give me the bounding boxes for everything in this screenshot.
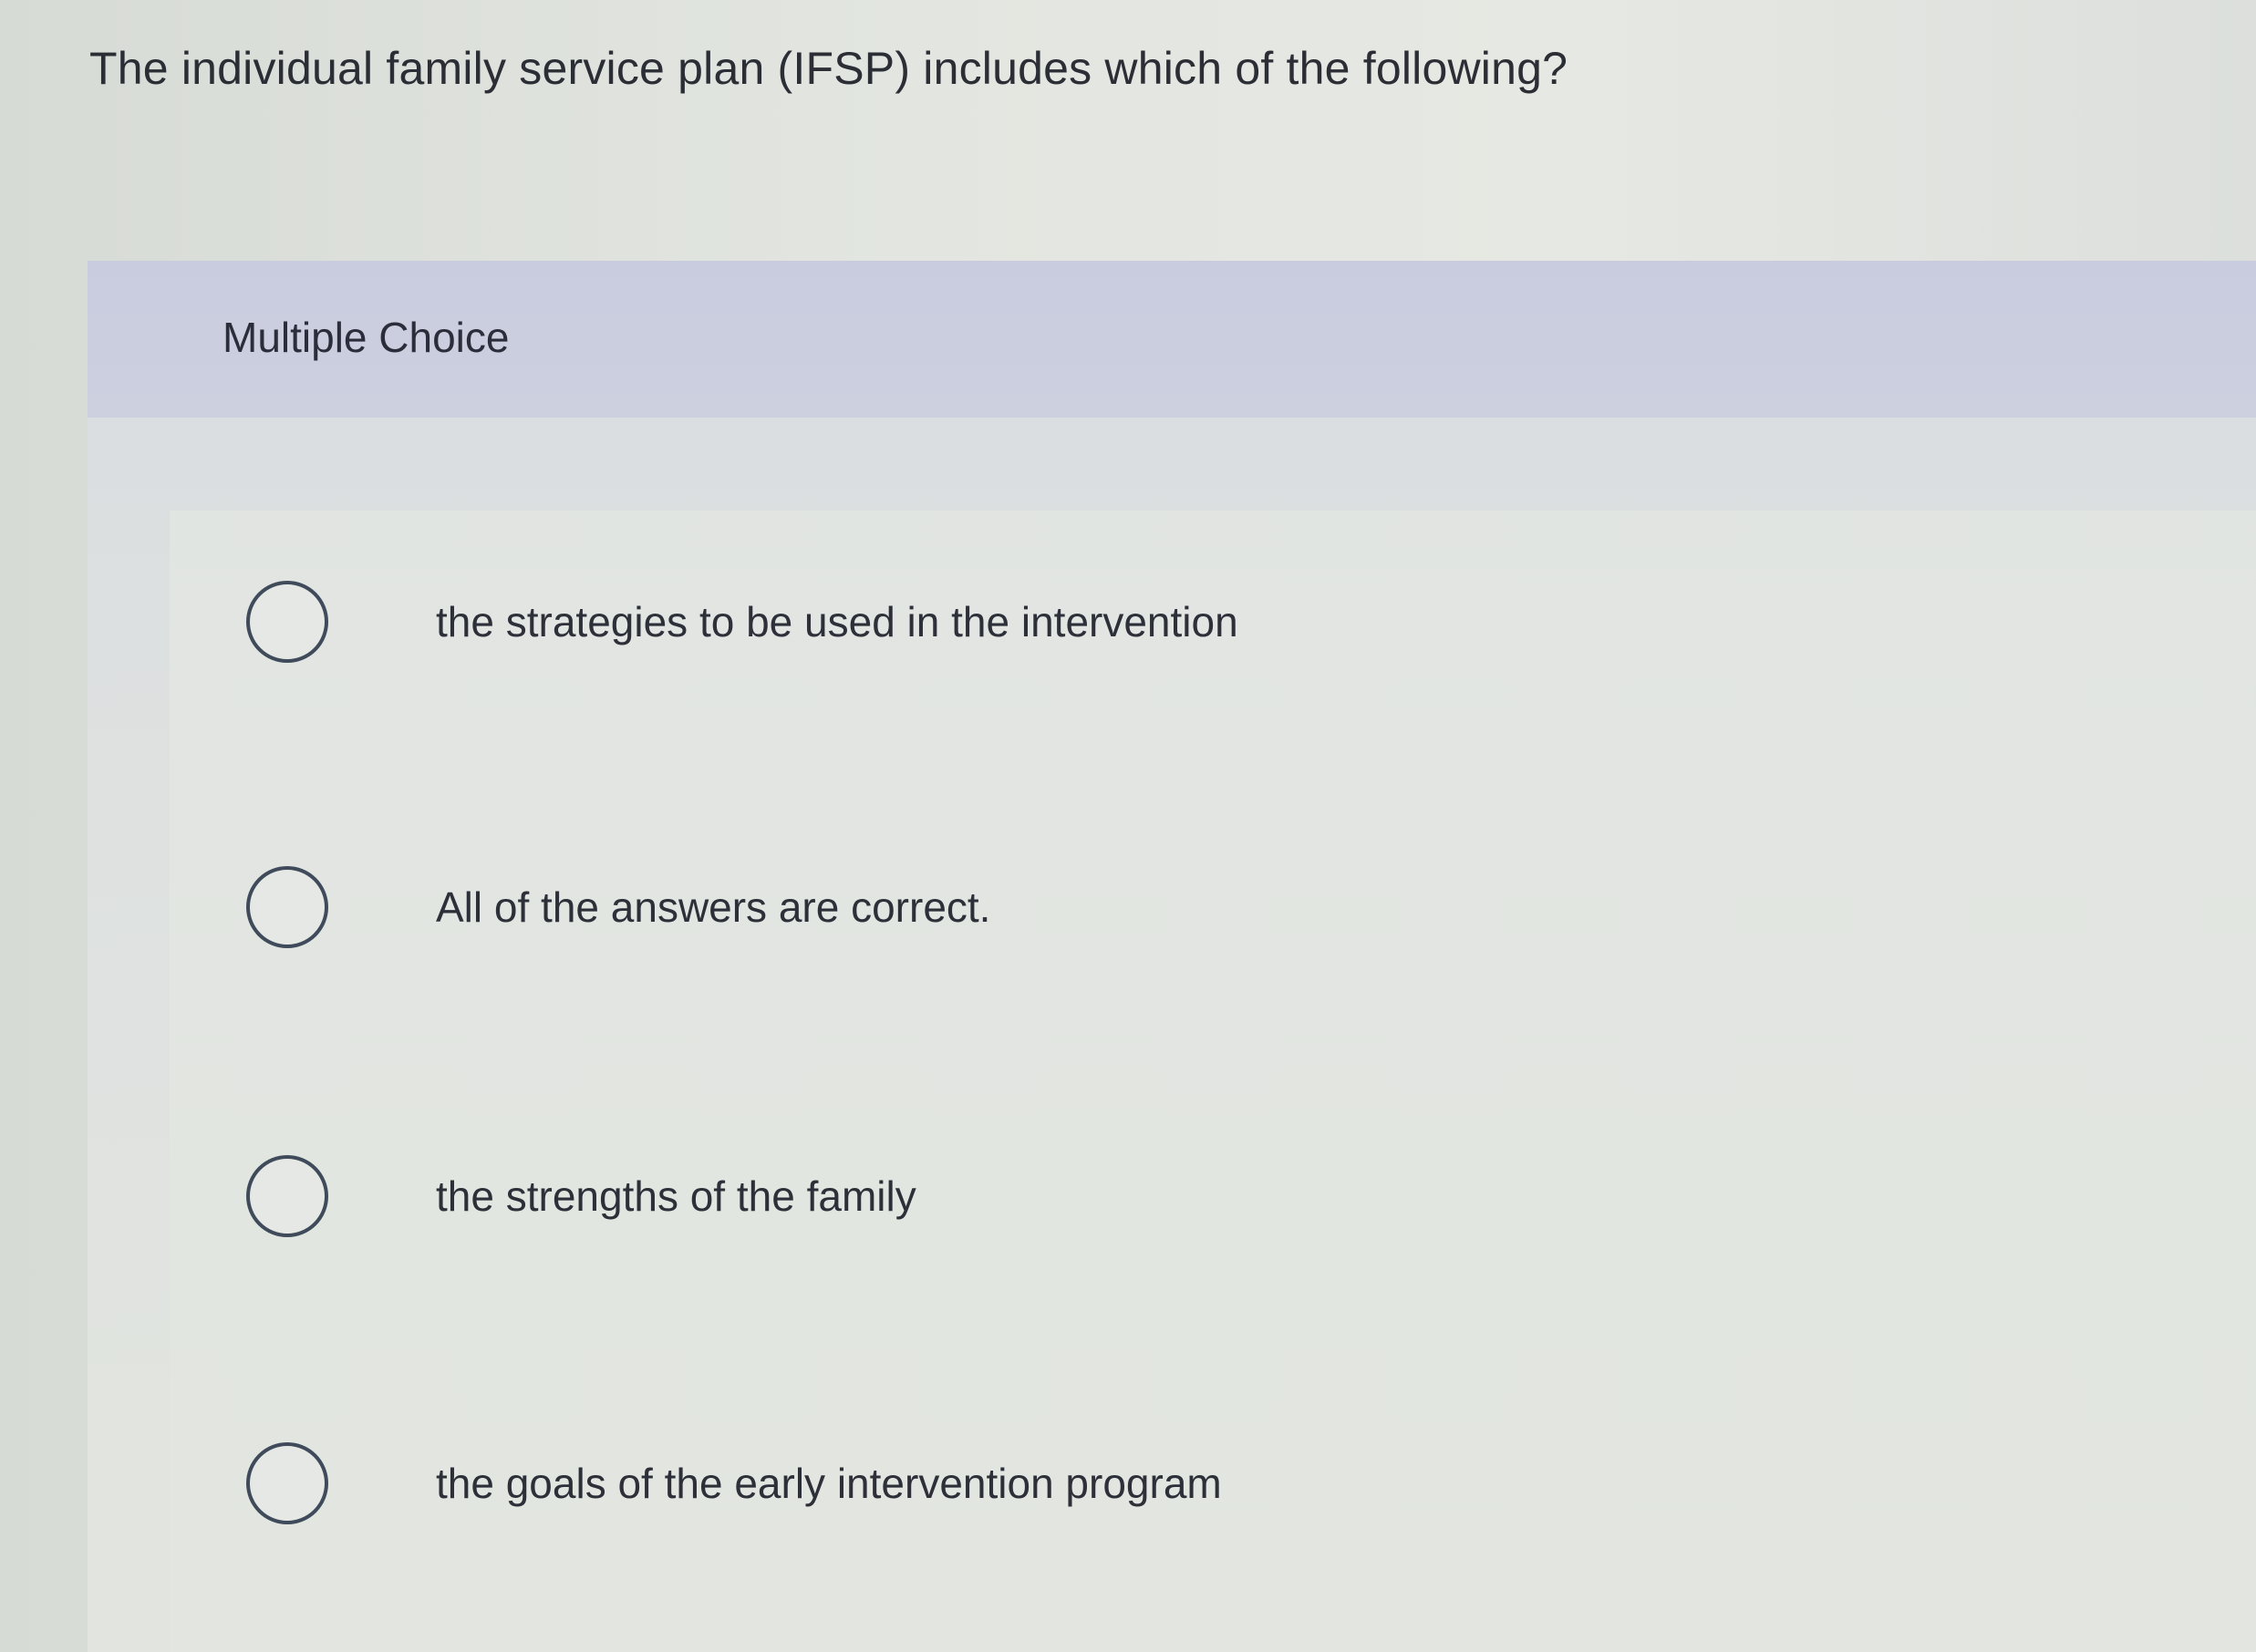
answer-option-4[interactable]: the goals of the early intervention prog…	[246, 1433, 1979, 1533]
answer-option-3[interactable]: the strengths of the family	[246, 1146, 1979, 1246]
radio-button-icon[interactable]	[246, 1155, 328, 1237]
answer-option-label[interactable]: All of the answers are correct.	[436, 880, 990, 934]
question-prompt: The individual family service plan (IFSP…	[89, 43, 1568, 94]
answer-option-label[interactable]: the strategies to be used in the interve…	[436, 594, 1238, 649]
answer-option-label[interactable]: the goals of the early intervention prog…	[436, 1456, 1222, 1511]
radio-button-icon[interactable]	[246, 581, 328, 663]
answer-option-2[interactable]: All of the answers are correct.	[246, 857, 1979, 957]
answer-option-1[interactable]: the strategies to be used in the interve…	[246, 572, 1979, 672]
multiple-choice-label: Multiple Choice	[222, 314, 510, 361]
radio-button-icon[interactable]	[246, 866, 328, 948]
radio-button-icon[interactable]	[246, 1442, 328, 1524]
answer-option-label[interactable]: the strengths of the family	[436, 1169, 916, 1224]
quiz-screen: The individual family service plan (IFSP…	[0, 0, 2256, 1652]
